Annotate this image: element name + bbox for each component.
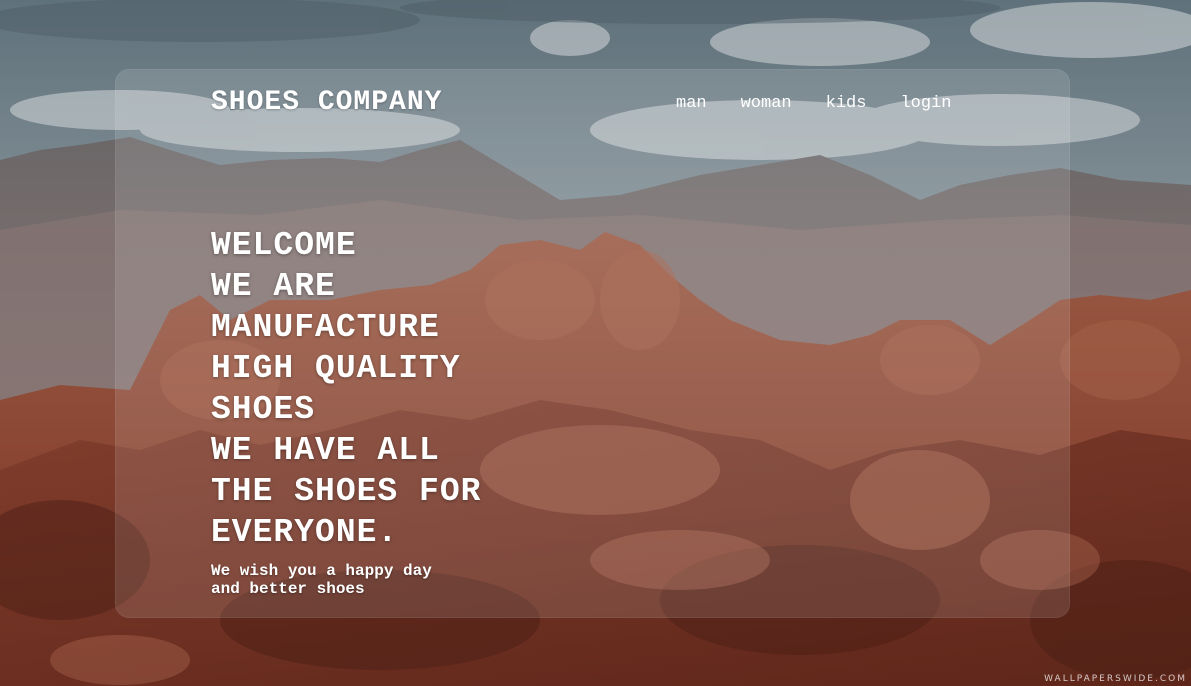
nav-link-man[interactable]: man	[676, 94, 707, 114]
brand-logo[interactable]: SHOES COMPANY	[211, 87, 442, 118]
background-watermark: WALLPAPERSWIDE.COM	[1044, 674, 1187, 684]
nav-link-kids[interactable]: kids	[826, 94, 867, 114]
tagline-line: We wish you a happy day	[211, 562, 432, 580]
hero-tagline: We wish you a happy day and better shoes	[211, 562, 432, 598]
hero-line: WE ARE	[211, 268, 336, 305]
tagline-line: and better shoes	[211, 580, 365, 598]
hero-line: SHOES	[211, 391, 316, 428]
nav-link-woman[interactable]: woman	[741, 94, 792, 114]
main-nav: man woman kids login	[676, 94, 951, 114]
hero-line: MANUFACTURE	[211, 309, 440, 346]
hero-line: HIGH QUALITY	[211, 350, 461, 387]
hero-line: EVERYONE.	[211, 514, 399, 551]
hero-line: WE HAVE ALL	[211, 432, 440, 469]
hero-line-welcome: WELCOME	[211, 227, 357, 264]
hero-heading: WELCOME WE ARE MANUFACTURE HIGH QUALITY …	[211, 225, 631, 553]
nav-link-login[interactable]: login	[900, 94, 951, 114]
hero-line: THE SHOES FOR	[211, 473, 482, 510]
